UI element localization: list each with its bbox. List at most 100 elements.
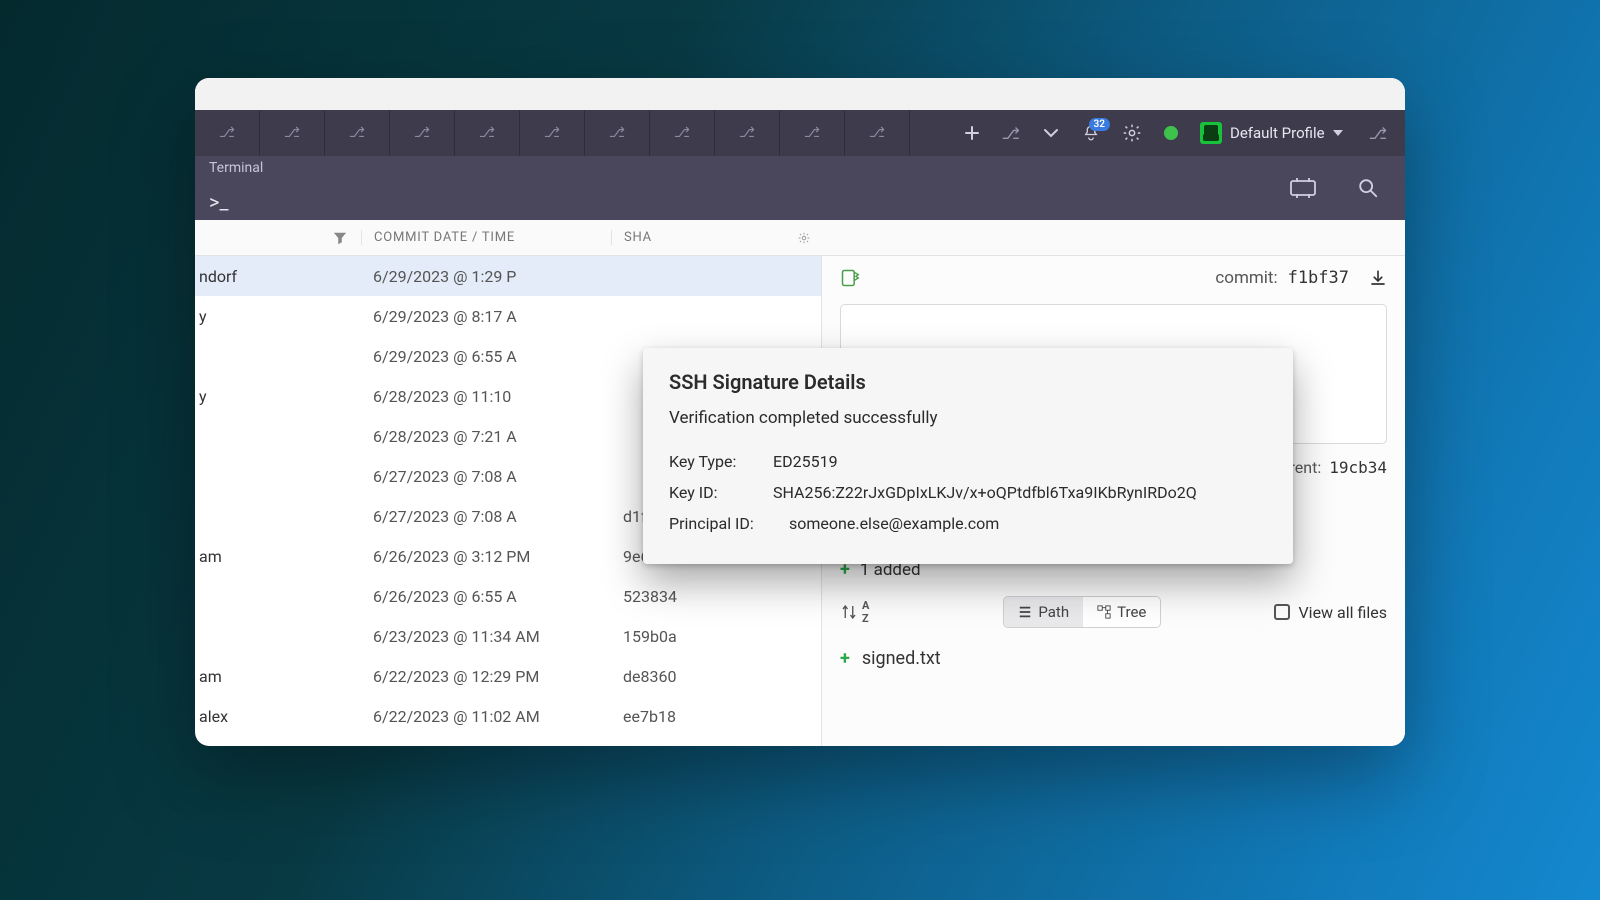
- commit-author: alex: [199, 707, 228, 726]
- signature-icon: [840, 268, 860, 288]
- sort-icon: [840, 603, 858, 621]
- column-settings-button[interactable]: [797, 231, 811, 245]
- popover-status: Verification completed successfully: [669, 408, 1267, 428]
- branch-icon: ⎇: [739, 125, 755, 141]
- commit-row[interactable]: alex 6/22/2023 @ 11:02 AM ee7b18: [195, 696, 821, 736]
- commit-sha-short: 523834: [623, 587, 677, 606]
- commit-row[interactable]: ndorf 6/29/2023 @ 1:29 P: [195, 256, 821, 296]
- profile-avatar-icon: [1200, 122, 1222, 144]
- add-tab-button[interactable]: [964, 125, 980, 141]
- terminal-label: Terminal: [209, 160, 1249, 176]
- commit-row[interactable]: am 6/22/2023 @ 12:29 PM de8360: [195, 656, 821, 696]
- commit-date: 6/27/2023 @ 7:08 A: [373, 507, 517, 526]
- repo-tab[interactable]: ⎇: [390, 110, 455, 156]
- view-mode-toggle: Path Tree: [1003, 596, 1161, 628]
- repo-tab[interactable]: ⎇: [780, 110, 845, 156]
- commit-sha-short: ee7b18: [623, 707, 676, 726]
- commit-date: 6/29/2023 @ 1:29 P: [373, 267, 516, 286]
- principal-label: Principal ID:: [669, 508, 789, 539]
- filter-icon: [333, 231, 347, 245]
- repo-tab[interactable]: ⎇: [585, 110, 650, 156]
- commit-date: 6/23/2023 @ 11:34 AM: [373, 627, 540, 646]
- commit-row[interactable]: 6/26/2023 @ 6:55 A 523834: [195, 576, 821, 616]
- commit-list-header: COMMIT DATE / TIME SHA: [195, 220, 1405, 256]
- commit-author: ndorf: [199, 267, 237, 286]
- checkbox-icon: [1274, 604, 1290, 620]
- branch-icon: ⎇: [479, 125, 495, 141]
- branch-icon: ⎇: [869, 125, 885, 141]
- branch-icon: ⎇: [804, 125, 820, 141]
- branch-icon: ⎇: [674, 125, 690, 141]
- column-date-label: COMMIT DATE / TIME: [374, 230, 515, 245]
- app-window: ⎇ ⎇ ⎇ ⎇ ⎇ ⎇ ⎇ ⎇ ⎇ ⎇ ⎇ ⎇ 32: [195, 78, 1405, 746]
- download-icon: [1369, 269, 1387, 287]
- repo-tab[interactable]: ⎇: [715, 110, 780, 156]
- window-titlebar: [195, 78, 1405, 110]
- view-all-files-label: View all files: [1298, 603, 1387, 622]
- commit-author: am: [199, 667, 222, 686]
- terminal-bar: Terminal >_: [195, 156, 1405, 220]
- commit-date: 6/29/2023 @ 8:17 A: [373, 307, 517, 326]
- column-sha-label: SHA: [624, 230, 652, 245]
- repo-tab[interactable]: ⎇: [520, 110, 585, 156]
- key-id-label: Key ID:: [669, 477, 773, 508]
- view-path-label: Path: [1038, 603, 1069, 621]
- commit-row[interactable]: y 6/29/2023 @ 8:17 A: [195, 296, 821, 336]
- commit-date: 6/22/2023 @ 11:02 AM: [373, 707, 540, 726]
- terminal-prompt[interactable]: >_: [209, 190, 1249, 214]
- branch-icon: ⎇: [544, 125, 560, 141]
- branch-icon: ⎇: [414, 125, 430, 141]
- repo-tab[interactable]: ⎇: [455, 110, 520, 156]
- download-button[interactable]: [1369, 269, 1387, 287]
- gear-icon: [797, 231, 811, 245]
- layout-icon: [1289, 178, 1317, 198]
- parent-sha[interactable]: 19cb34: [1329, 458, 1387, 477]
- commit-sha: f1bf37: [1288, 268, 1349, 288]
- toolbar-actions: ⎇ 32 Default Profile ⎇: [946, 110, 1405, 156]
- commit-author: y: [199, 387, 207, 406]
- tab-switcher-button[interactable]: [1042, 124, 1060, 142]
- key-type-label: Key Type:: [669, 446, 773, 477]
- layout-toggle-button[interactable]: [1289, 178, 1317, 198]
- chevron-down-icon: [1042, 124, 1060, 142]
- view-path-option[interactable]: Path: [1004, 597, 1083, 627]
- branch-icon: ⎇: [284, 125, 300, 141]
- commit-author: am: [199, 547, 222, 566]
- commit-author: y: [199, 307, 207, 326]
- commit-date: 6/26/2023 @ 6:55 A: [373, 587, 517, 606]
- repo-tabstrip: ⎇ ⎇ ⎇ ⎇ ⎇ ⎇ ⎇ ⎇ ⎇ ⎇ ⎇ ⎇ 32: [195, 110, 1405, 156]
- branch-small-icon: ⎇: [1002, 124, 1020, 143]
- commit-sha-short: de8360: [623, 667, 676, 686]
- repo-tab[interactable]: ⎇: [650, 110, 715, 156]
- popover-title: SSH Signature Details: [669, 370, 1267, 394]
- chevron-down-icon: [1333, 130, 1343, 136]
- search-icon: [1357, 177, 1379, 199]
- repo-tab[interactable]: ⎇: [260, 110, 325, 156]
- repo-tab[interactable]: ⎇: [325, 110, 390, 156]
- changed-file-name: signed.txt: [862, 648, 941, 669]
- sort-button[interactable]: AZ: [840, 599, 869, 625]
- list-icon: [1018, 605, 1032, 619]
- branch-small-icon: ⎇: [1369, 124, 1387, 143]
- changed-file-row[interactable]: + signed.txt: [822, 638, 1405, 679]
- notifications-button[interactable]: 32: [1082, 124, 1100, 142]
- branch-icon: ⎇: [219, 125, 235, 141]
- repo-tab[interactable]: ⎇: [845, 110, 910, 156]
- commit-label: commit:: [1215, 268, 1277, 288]
- repo-tab[interactable]: ⎇: [195, 110, 260, 156]
- branch-icon: ⎇: [349, 125, 365, 141]
- view-tree-option[interactable]: Tree: [1083, 597, 1160, 627]
- repo-tab-cells: ⎇ ⎇ ⎇ ⎇ ⎇ ⎇ ⎇ ⎇ ⎇ ⎇ ⎇: [195, 110, 910, 156]
- search-button[interactable]: [1357, 177, 1379, 199]
- commit-row[interactable]: 6/23/2023 @ 11:34 AM159b0a: [195, 616, 821, 656]
- commit-date: 6/22/2023 @ 12:29 PM: [373, 667, 539, 686]
- key-type-value: ED25519: [773, 452, 838, 471]
- view-all-files-toggle[interactable]: View all files: [1274, 603, 1387, 622]
- settings-button[interactable]: [1122, 123, 1142, 143]
- signature-verified-button[interactable]: [840, 268, 860, 288]
- gear-icon: [1122, 123, 1142, 143]
- filter-button[interactable]: [333, 231, 347, 245]
- key-id-value: SHA256:Z22rJxGDpIxLKJv/x+oQPtdfbl6Txa9IK…: [773, 483, 1197, 502]
- tree-icon: [1097, 605, 1111, 619]
- profile-switcher[interactable]: Default Profile: [1200, 122, 1343, 144]
